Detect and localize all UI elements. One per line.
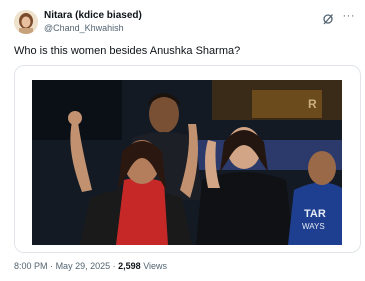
tweet-header: Nitara (kdice biased) @Chand_Khwahish ··… bbox=[14, 8, 355, 38]
grok-icon[interactable] bbox=[322, 12, 334, 25]
tweet-text: Who is this women besides Anushka Sharma… bbox=[14, 45, 241, 57]
views-label: Views bbox=[143, 261, 168, 271]
media-card[interactable]: R AR TAR WAYS bbox=[14, 65, 361, 253]
tweet-date[interactable]: May 29, 2025 bbox=[56, 261, 111, 271]
views-count[interactable]: 2,598 bbox=[118, 261, 141, 271]
tweet-meta: 8:00 PM · May 29, 2025 · 2,598 Views bbox=[14, 261, 167, 271]
author-names: Nitara (kdice biased) @Chand_Khwahish bbox=[44, 9, 142, 34]
avatar[interactable] bbox=[14, 10, 38, 34]
stadium-banner-right-2: WAYS bbox=[302, 222, 325, 231]
stadium-banner-right-1: TAR bbox=[304, 208, 326, 220]
author-handle[interactable]: @Chand_Khwahish bbox=[44, 22, 142, 34]
tweet-time[interactable]: 8:00 PM bbox=[14, 261, 48, 271]
more-icon[interactable]: ··· bbox=[343, 10, 356, 22]
display-name[interactable]: Nitara (kdice biased) bbox=[44, 9, 142, 22]
meta-separator-1: · bbox=[50, 261, 54, 271]
meta-separator-2: · bbox=[112, 261, 116, 271]
media-photo[interactable]: R AR TAR WAYS bbox=[32, 80, 342, 245]
stadium-banner-top: R bbox=[308, 97, 317, 111]
